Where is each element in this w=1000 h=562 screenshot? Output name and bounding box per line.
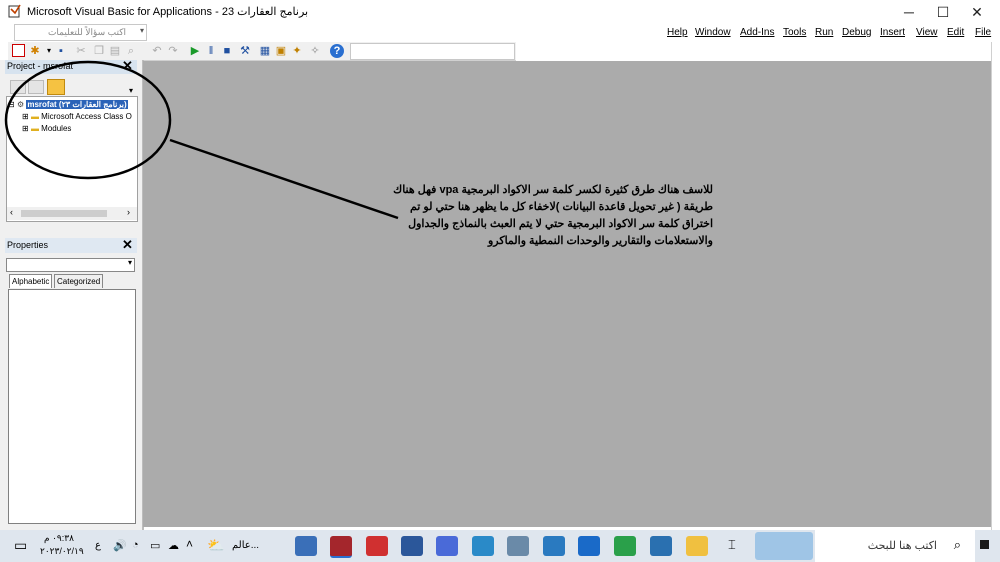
clock-date[interactable]: ٢٠٢٣/٠٢/١٩	[40, 546, 84, 557]
search-highlight-image	[755, 532, 813, 560]
start-icon[interactable]	[980, 540, 989, 549]
annotation-pointer-line	[169, 138, 399, 220]
taskbar: ▭ ٠٩:٣٨ م ٢٠٢٣/٠٢/١٩ ع 🔊 ◔ ▭ ☁ ˄ ⛅ عالم.…	[0, 530, 1000, 562]
settings-icon[interactable]	[507, 536, 529, 556]
search-box[interactable]: اكتب هنا للبحث ⌕	[815, 530, 975, 562]
chrome-icon[interactable]	[614, 536, 636, 556]
weather-text[interactable]: عالم...	[232, 540, 259, 551]
volume-icon[interactable]: 🔊	[113, 539, 127, 552]
widgets-icon[interactable]: ⌶	[728, 537, 736, 553]
annotation-drawing	[4, 60, 399, 220]
network-icon[interactable]: ◔	[132, 539, 139, 551]
mail-icon[interactable]	[578, 536, 600, 556]
access-icon[interactable]	[330, 536, 352, 558]
search-placeholder: اكتب هنا للبحث	[867, 540, 937, 552]
terminal-icon[interactable]	[472, 536, 494, 556]
edge-icon[interactable]	[436, 536, 458, 556]
notification-icon[interactable]: ▭	[14, 537, 27, 554]
word-icon[interactable]	[401, 536, 423, 556]
store-icon[interactable]	[650, 536, 672, 556]
annotation-text: للاسف هناك طرق كثيرة لكسر كلمة سر الاكوا…	[393, 184, 713, 247]
calculator-icon[interactable]	[543, 536, 565, 556]
weather-icon[interactable]: ⛅	[207, 537, 224, 554]
language-indicator[interactable]: ع	[95, 540, 101, 551]
battery-icon[interactable]: ▭	[150, 539, 160, 552]
highlight-circle	[4, 60, 172, 180]
show-hidden-icons-icon[interactable]: ˄	[186, 537, 193, 551]
search-icon[interactable]: ⌕	[954, 537, 961, 553]
explorer-icon[interactable]	[686, 536, 708, 556]
task-view-icon[interactable]	[295, 536, 317, 556]
clock-time[interactable]: ٠٩:٣٨ م	[44, 533, 74, 544]
wps-icon[interactable]	[366, 536, 388, 556]
onedrive-icon[interactable]: ☁	[168, 539, 179, 552]
